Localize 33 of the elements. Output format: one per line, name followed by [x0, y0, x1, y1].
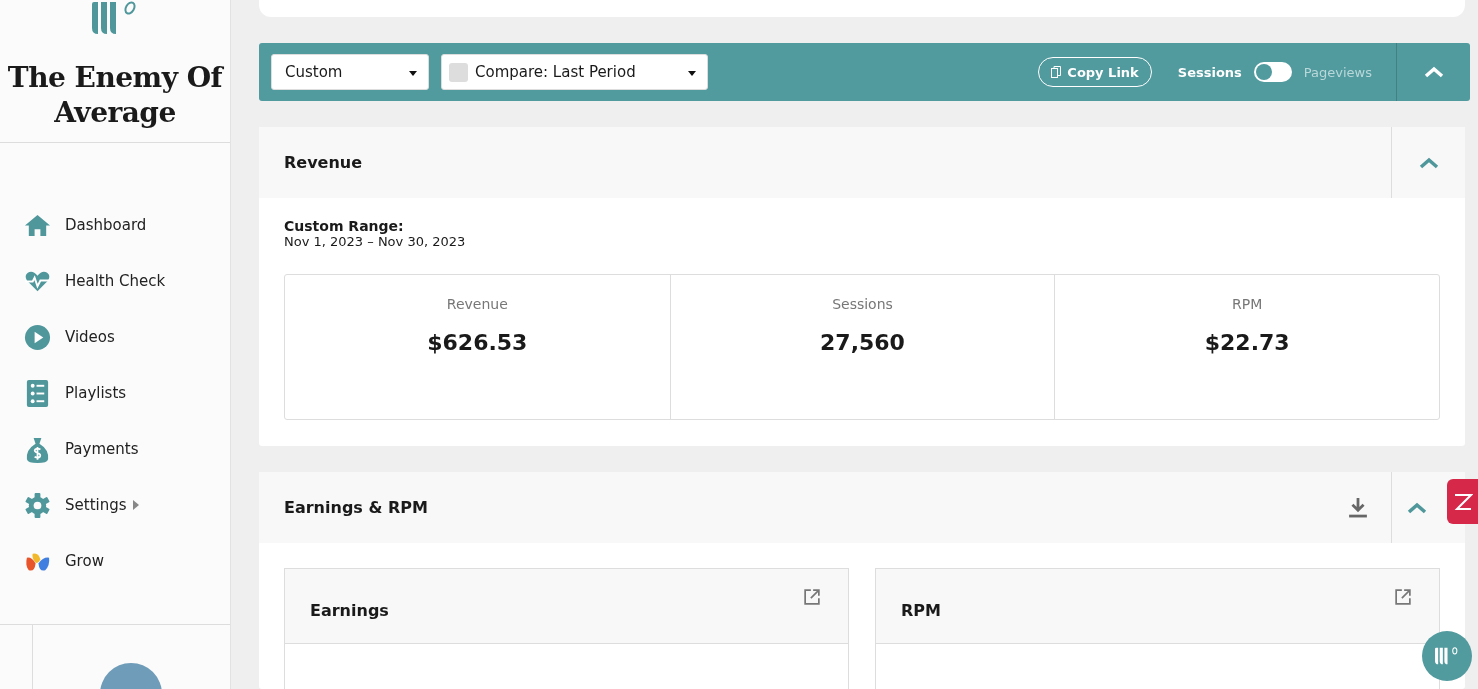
range-label: Custom Range: — [284, 218, 405, 234]
chevron-up-icon — [1406, 501, 1427, 514]
site-title: The Enemy Of Average — [6, 60, 225, 130]
stat-value: $22.73 — [1204, 330, 1290, 355]
chevron-up-icon — [1423, 66, 1444, 79]
stat-value: $626.53 — [427, 330, 528, 355]
stat-label: Revenue — [446, 296, 508, 312]
settings-icon — [24, 491, 51, 519]
caret-icon — [132, 500, 139, 510]
copy-icon — [1051, 66, 1062, 79]
panel-title: Earnings — [310, 600, 390, 620]
panel-title: RPM — [901, 600, 942, 620]
range-dropdown[interactable]: Custom — [271, 54, 429, 91]
stat-label: Sessions — [832, 296, 893, 312]
external-link-icon[interactable] — [1395, 589, 1411, 605]
stat-value: 27,560 — [820, 330, 905, 355]
play-icon — [24, 323, 51, 351]
chevron-up-icon — [1418, 156, 1439, 169]
section-title: Earnings & RPM — [284, 498, 429, 517]
checklist-icon — [24, 379, 51, 407]
caret-icon — [409, 71, 417, 77]
money-bag-icon — [24, 435, 51, 463]
stat-label: RPM — [1232, 296, 1263, 312]
logo-icon — [1434, 646, 1460, 666]
toggle-switch[interactable] — [1253, 62, 1292, 83]
extension-badge[interactable] — [1447, 479, 1478, 524]
caret-icon — [688, 71, 696, 77]
checkbox[interactable] — [449, 62, 468, 82]
date-range: Nov 1, 2023 – Nov 30, 2023 — [284, 234, 467, 249]
external-link-icon[interactable] — [804, 589, 820, 605]
download-icon[interactable] — [1349, 497, 1367, 518]
section-title: Revenue — [284, 153, 364, 172]
compare-dropdown[interactable]: Compare: Last Period — [441, 54, 708, 91]
